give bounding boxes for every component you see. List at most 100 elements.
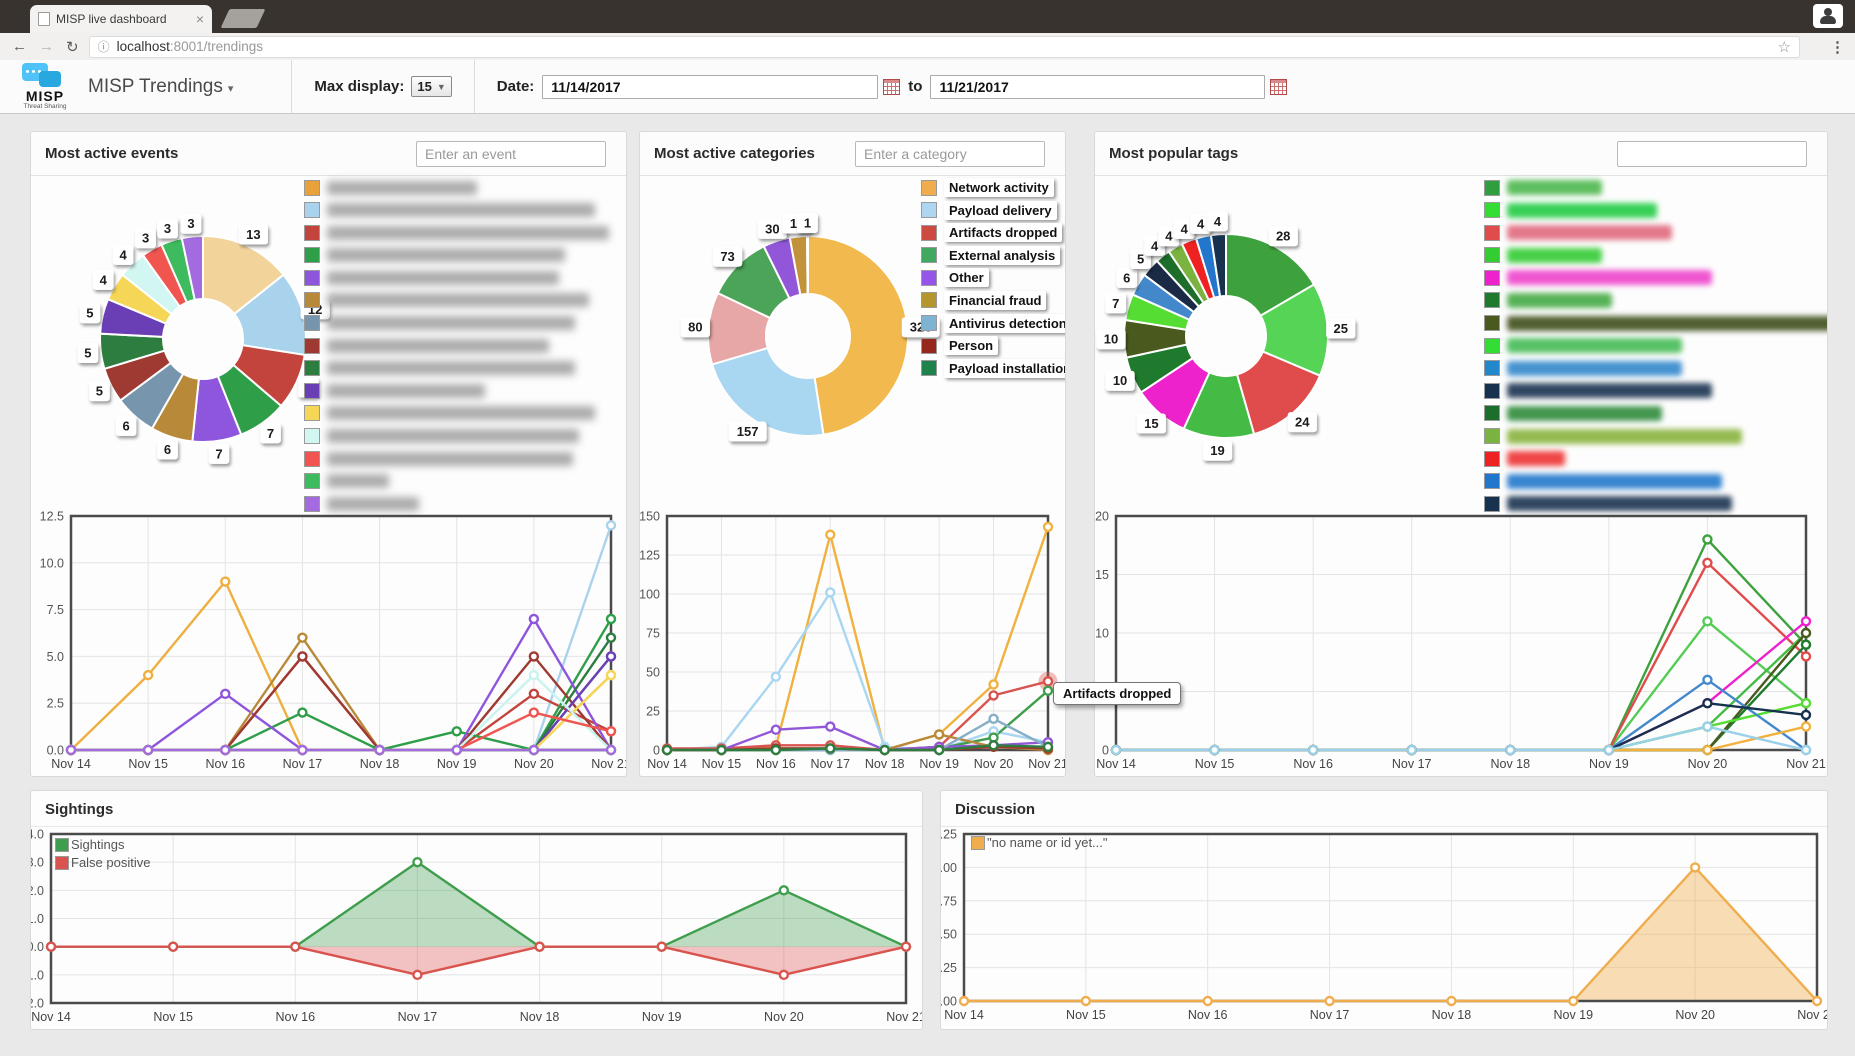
legend-swatch: [304, 360, 320, 376]
svg-text:3: 3: [142, 231, 149, 246]
tag-label-redacted: [1507, 383, 1712, 398]
legend-item: Artifacts dropped: [921, 224, 1066, 241]
legend-swatch: [304, 473, 320, 489]
legend-label-redacted: [327, 248, 565, 262]
legend-swatch: [1484, 270, 1500, 286]
legend-item: "no name or id yet...": [971, 835, 1108, 850]
svg-text:7: 7: [215, 446, 222, 461]
tag-label-redacted: [1507, 248, 1602, 263]
panel-title: Sightings: [31, 791, 922, 827]
legend-label[interactable]: Payload delivery: [944, 201, 1057, 220]
browser-tab[interactable]: MISP live dashboard ×: [30, 5, 212, 33]
date-to-input[interactable]: [930, 75, 1265, 99]
tab-close-icon[interactable]: ×: [196, 11, 204, 27]
new-tab-button[interactable]: [221, 9, 266, 28]
svg-text:Nov 15: Nov 15: [1195, 757, 1235, 771]
svg-text:3: 3: [187, 216, 194, 231]
legend-item: [304, 247, 609, 264]
svg-text:4: 4: [1165, 229, 1173, 244]
tag-label-redacted: [1507, 293, 1612, 308]
legend-label[interactable]: Artifacts dropped: [944, 223, 1062, 242]
browser-urlbar: ← → ↻ ⓘ localhost :8001/trendings ☆ ⋮: [0, 33, 1855, 61]
legend-swatch: [304, 202, 320, 218]
legend-item: [1484, 269, 1828, 286]
chevron-down-icon: ▾: [228, 83, 234, 95]
legend-item: Payload delivery: [921, 202, 1066, 219]
sightings-legend: Sightings False positive: [55, 837, 150, 870]
calendar-icon[interactable]: [883, 79, 900, 95]
bookmark-star-icon[interactable]: ☆: [1778, 38, 1791, 56]
legend-item: [304, 382, 609, 399]
reload-icon[interactable]: ↻: [66, 38, 79, 56]
svg-text:50: 50: [646, 666, 660, 680]
svg-text:Nov 21: Nov 21: [1786, 757, 1826, 771]
legend-swatch: [1484, 292, 1500, 308]
pie-slice[interactable]: [808, 236, 908, 435]
svg-text:4: 4: [1197, 216, 1205, 231]
legend-swatch: [55, 856, 69, 870]
calendar-icon[interactable]: [1270, 79, 1287, 95]
nav-title-dropdown[interactable]: MISP Trendings▾: [88, 76, 233, 98]
svg-text:Nov 20: Nov 20: [1675, 1008, 1715, 1022]
legend-item: Antivirus detection: [921, 315, 1066, 332]
panel-most-popular-tags: Most popular tags 2825241915101076544444…: [1094, 131, 1828, 777]
app-header: MISP Threat Sharing MISP Trendings▾ Max …: [0, 60, 1855, 114]
legend-swatch: [1484, 383, 1500, 399]
profile-avatar-button[interactable]: [1813, 4, 1843, 28]
pie-slice[interactable]: [712, 348, 823, 436]
date-from-input[interactable]: [542, 75, 878, 99]
category-search-input[interactable]: [855, 141, 1045, 167]
svg-text:3.0: 3.0: [30, 856, 44, 870]
svg-text:7: 7: [1112, 296, 1119, 311]
brand-subtitle: Threat Sharing: [12, 103, 78, 110]
legend-item: Person: [921, 337, 1066, 354]
tag-search-input[interactable]: [1617, 141, 1807, 167]
legend-label[interactable]: External analysis: [944, 246, 1060, 265]
svg-text:Nov 14: Nov 14: [944, 1008, 984, 1022]
svg-text:2.5: 2.5: [47, 697, 64, 711]
legend-label-redacted: [327, 181, 477, 195]
legend-swatch: [304, 383, 320, 399]
legend-swatch: [921, 315, 937, 331]
categories-donut-chart: 326157807330191: [640, 176, 960, 556]
max-display-select[interactable]: 15▼: [411, 76, 451, 97]
page-info-icon[interactable]: ⓘ: [98, 38, 110, 55]
svg-text:Nov 18: Nov 18: [520, 1010, 560, 1024]
legend-swatch: [304, 180, 320, 196]
legend-label[interactable]: Financial fraud: [944, 291, 1046, 310]
back-icon[interactable]: ←: [12, 38, 27, 55]
svg-text:Nov 21: Nov 21: [1797, 1008, 1828, 1022]
legend-label-redacted: [327, 271, 559, 285]
legend-swatch: [921, 292, 937, 308]
legend-label[interactable]: Person: [944, 336, 998, 355]
browser-menu-icon[interactable]: ⋮: [1830, 38, 1845, 56]
svg-text:5: 5: [1137, 251, 1144, 266]
tag-label-redacted: [1507, 270, 1712, 285]
legend-label: "no name or id yet...": [987, 835, 1108, 850]
svg-text:10: 10: [1095, 627, 1109, 641]
tags-legend: [1484, 179, 1828, 512]
discussion-chart: 0.000.250.500.751.001.25Nov 14Nov 15Nov …: [941, 826, 1828, 1030]
legend-label[interactable]: Antivirus detection: [944, 314, 1066, 333]
legend-swatch: [921, 338, 937, 354]
max-display-label: Max display:: [314, 78, 404, 95]
svg-text:25: 25: [1334, 321, 1348, 336]
svg-text:Nov 17: Nov 17: [1310, 1008, 1350, 1022]
svg-text:6: 6: [122, 418, 129, 433]
address-bar[interactable]: ⓘ localhost :8001/trendings ☆: [89, 36, 1800, 58]
event-search-input[interactable]: [416, 141, 606, 167]
pie-slice[interactable]: [807, 236, 808, 294]
tag-label-redacted: [1507, 338, 1682, 353]
legend-label[interactable]: Other: [944, 268, 989, 287]
legend-label[interactable]: Payload installation: [944, 359, 1066, 378]
forward-icon[interactable]: →: [39, 38, 54, 55]
svg-text:4: 4: [120, 247, 128, 262]
misp-logo[interactable]: MISP Threat Sharing: [12, 62, 78, 112]
brand-name: MISP: [12, 88, 78, 104]
svg-text:0.25: 0.25: [940, 961, 957, 975]
legend-label[interactable]: Network activity: [944, 178, 1054, 197]
legend-item: False positive: [55, 855, 150, 870]
events-trend-chart: 0.02.55.07.510.012.5Nov 14Nov 15Nov 16No…: [31, 502, 627, 777]
panel-title: Most active categories: [654, 145, 815, 162]
svg-text:10: 10: [1104, 332, 1118, 347]
